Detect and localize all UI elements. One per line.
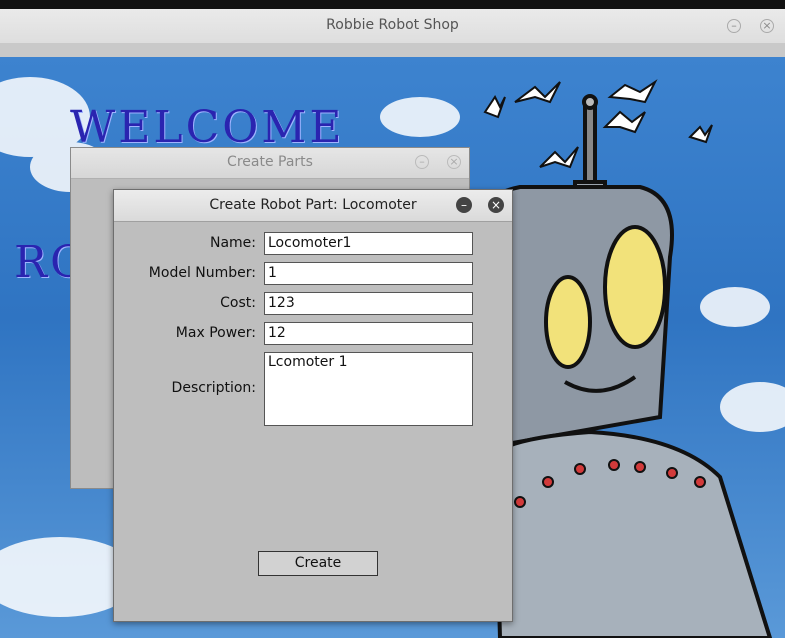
main-window-title: Robbie Robot Shop: [326, 17, 459, 33]
description-label: Description:: [171, 380, 256, 396]
system-top-bar: [0, 0, 785, 9]
main-window-menu-strip: [0, 43, 785, 57]
cost-label: Cost:: [220, 295, 256, 311]
create-parts-titlebar: Create Parts – ×: [71, 148, 469, 179]
model-number-field[interactable]: 1: [264, 262, 473, 285]
close-icon[interactable]: ×: [488, 197, 504, 213]
robot: [476, 94, 773, 638]
model-number-label: Model Number:: [148, 265, 256, 281]
create-parts-title: Create Parts: [227, 154, 313, 170]
minimize-icon[interactable]: –: [456, 197, 472, 213]
cost-field[interactable]: 123: [264, 292, 473, 315]
max-power-label: Max Power:: [175, 325, 256, 341]
dialog-title: Create Robot Part: Locomoter: [209, 197, 417, 213]
dialog-titlebar: Create Robot Part: Locomoter – ×: [114, 190, 512, 222]
close-icon[interactable]: ×: [447, 155, 461, 169]
create-button[interactable]: Create: [258, 551, 378, 576]
name-field[interactable]: Locomoter1: [264, 232, 473, 255]
minimize-icon[interactable]: –: [727, 19, 741, 33]
welcome-text: WELCOME: [70, 102, 345, 153]
name-label: Name:: [209, 235, 256, 251]
close-icon[interactable]: ×: [760, 19, 774, 33]
birds: [483, 79, 713, 169]
create-robot-part-dialog: Create Robot Part: Locomoter – × Name: L…: [113, 189, 513, 622]
max-power-field[interactable]: 12: [264, 322, 473, 345]
description-textarea[interactable]: Lcomoter 1: [264, 352, 473, 426]
minimize-icon[interactable]: –: [415, 155, 429, 169]
main-window-titlebar: Robbie Robot Shop – ×: [0, 9, 785, 44]
